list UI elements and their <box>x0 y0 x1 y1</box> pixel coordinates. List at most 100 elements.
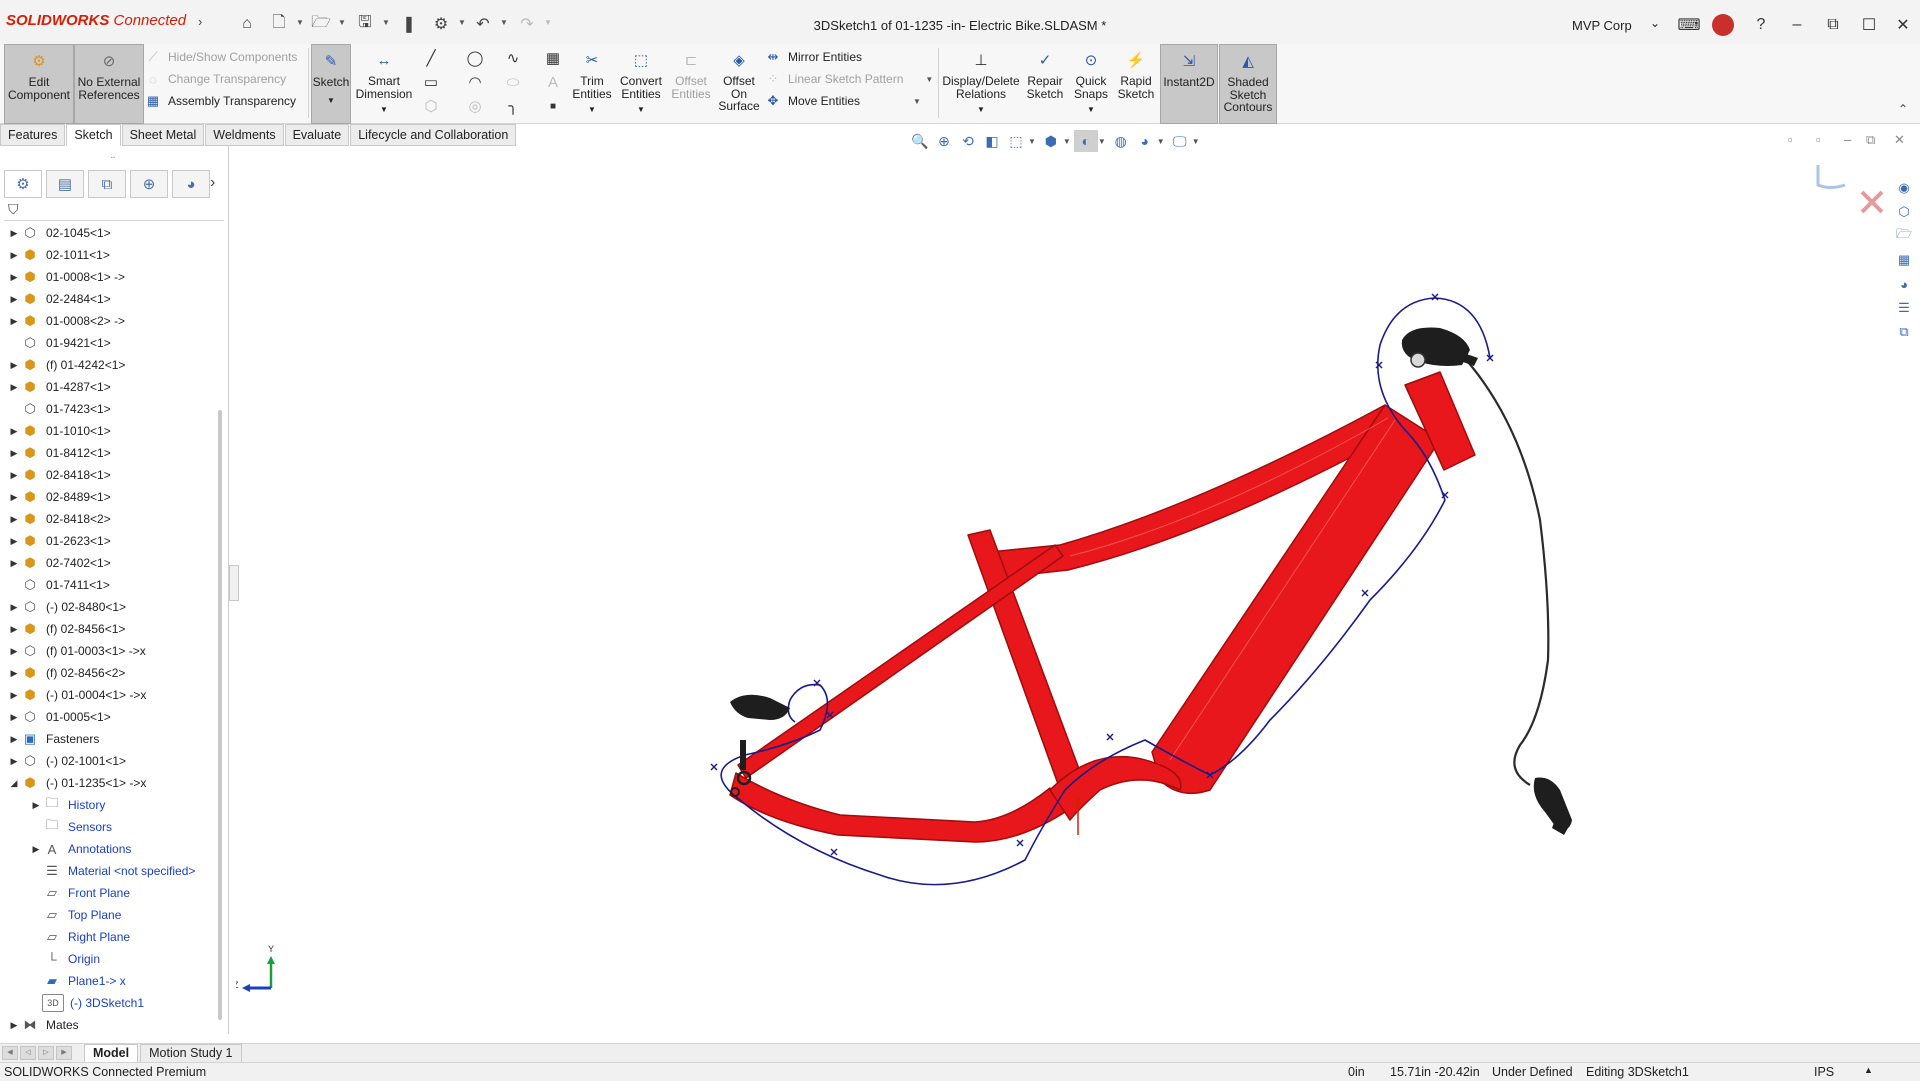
expand-arrow-icon[interactable]: ▶ <box>8 250 20 261</box>
chevron-down-icon[interactable]: ⌄ <box>1650 16 1660 30</box>
tree-item[interactable]: ▶ ▣ Fasteners <box>0 728 224 750</box>
tree-item[interactable]: ▶ ⬢ 02-2484<1> <box>0 288 224 310</box>
expand-arrow-icon[interactable]: ▶ <box>8 536 20 547</box>
settings-gear-icon[interactable]: ⚙ <box>430 13 452 35</box>
move-dropdown-icon[interactable]: ▼ <box>913 97 921 106</box>
tree-item[interactable]: ⬡ 01-9421<1> <box>0 332 224 354</box>
no-external-references-button[interactable]: ⊘ No External References <box>74 44 144 124</box>
close-icon[interactable]: ✕ <box>1890 12 1916 38</box>
text-tool-icon[interactable]: A <box>542 72 564 92</box>
appearances-icon[interactable]: ◕ <box>1894 274 1914 294</box>
convert-entities-button[interactable]: ⬚ Convert Entities ▼ <box>616 44 666 122</box>
tree-item[interactable]: ▱ Right Plane <box>0 926 224 948</box>
linear-sketch-pattern-item[interactable]: ⁘ Linear Sketch Pattern ▼ <box>764 68 934 90</box>
expand-arrow-icon[interactable]: ▶ <box>8 426 20 437</box>
new-document-icon[interactable]: 🗋 <box>268 13 290 35</box>
design-library-icon[interactable]: ⬡ <box>1894 202 1914 222</box>
tree-item[interactable]: ▶ ⬡ (-) 02-1001<1> <box>0 750 224 772</box>
hide-show-dropdown-icon[interactable]: ▼ <box>1098 137 1106 146</box>
tree-item[interactable]: 3D (-) 3DSketch1 <box>0 992 224 1014</box>
expand-arrow-icon[interactable]: ▶ <box>8 514 20 525</box>
expand-arrow-icon[interactable]: ▶ <box>8 734 20 745</box>
tree-item[interactable]: ⬡ 01-7411<1> <box>0 574 224 596</box>
3d-sketch-spline[interactable] <box>720 297 1491 886</box>
expand-arrow-icon[interactable]: ▶ <box>8 360 20 371</box>
tree-scrollbar[interactable] <box>218 410 222 1020</box>
quick-snaps-button[interactable]: ⊙ Quick Snaps ▼ <box>1070 44 1112 122</box>
menu-expand-arrow-icon[interactable]: › <box>198 14 202 29</box>
tab-model[interactable]: Model <box>84 1043 139 1063</box>
front-brake-caliper[interactable] <box>1533 777 1572 836</box>
solidworks-resources-icon[interactable]: ◉ <box>1894 178 1914 198</box>
next-tab-icon[interactable]: ▷ <box>38 1046 54 1060</box>
tree-item[interactable]: ▶ ⬢ 02-7402<1> <box>0 552 224 574</box>
trim-dropdown-icon[interactable]: ▼ <box>588 104 596 117</box>
filter-icon[interactable]: ⛉ <box>8 201 19 218</box>
expand-arrow-icon[interactable]: ▶ <box>8 470 20 481</box>
expand-arrow-icon[interactable]: ▶ <box>8 558 20 569</box>
last-tab-icon[interactable]: ▶ <box>56 1046 72 1060</box>
save-icon[interactable]: 🖫 <box>354 13 376 35</box>
graphics-viewport[interactable]: Y Z <box>236 146 1886 1042</box>
instant2d-button[interactable]: ⇲ Instant2D <box>1160 44 1218 124</box>
file-explorer-icon[interactable]: 🗁 <box>1894 226 1914 246</box>
configuration-manager-tab-icon[interactable]: ⧉ <box>88 170 126 198</box>
expand-arrow-icon[interactable]: ▶ <box>8 294 20 305</box>
shaded-sketch-contours-button[interactable]: ◭ Shaded Sketch Contours <box>1219 44 1277 124</box>
convert-dropdown-icon[interactable]: ▼ <box>637 104 645 117</box>
maximize-icon[interactable]: ☐ <box>1856 12 1882 38</box>
hide-show-components-item[interactable]: ⟋ Hide/Show Components <box>144 46 304 68</box>
change-transparency-item[interactable]: ◌ Change Transparency <box>144 68 304 90</box>
tree-item[interactable]: ▱ Top Plane <box>0 904 224 926</box>
undo-dropdown-icon[interactable]: ▼ <box>500 18 508 27</box>
expand-arrow-icon[interactable]: ▶ <box>8 382 20 393</box>
smart-dimension-button[interactable]: ↔ Smart Dimension ▼ <box>352 44 416 122</box>
tree-item[interactable]: ▶ ⬢ 02-8418<1> <box>0 464 224 486</box>
scene-dropdown-icon[interactable]: ▼ <box>1157 137 1165 146</box>
display-style-dropdown-icon[interactable]: ▼ <box>1063 137 1071 146</box>
avatar[interactable] <box>1712 14 1734 36</box>
forum-icon[interactable]: ⧉ <box>1894 322 1914 342</box>
tile-windows-icon[interactable]: ⧉ <box>1820 12 1846 38</box>
view-palette-icon[interactable]: ▦ <box>1894 250 1914 270</box>
tree-item[interactable]: ▶ ⬢ 01-2623<1> <box>0 530 224 552</box>
edit-component-button[interactable]: ⚙ Edit Component <box>4 44 74 124</box>
brake-cable[interactable] <box>1461 354 1550 786</box>
line-tool-icon[interactable]: ╱ <box>420 48 442 68</box>
prev-tab-icon[interactable]: ◁ <box>20 1046 36 1060</box>
expand-arrow-icon[interactable]: ▶ <box>8 756 20 767</box>
expand-arrow-icon[interactable]: ▶ <box>8 228 20 239</box>
tree-item[interactable]: ◢ ⬢ (-) 01-1235<1> ->x <box>0 772 224 794</box>
tree-item[interactable]: ⬡ 01-7423<1> <box>0 398 224 420</box>
polygon-tool-icon[interactable]: ⬡ <box>420 96 442 116</box>
viewport-close-icon[interactable]: ✕ <box>1894 132 1905 148</box>
tree-item[interactable]: ▱ Front Plane <box>0 882 224 904</box>
tree-item[interactable]: ▶ ⧓ Mates <box>0 1014 224 1036</box>
tree-filter[interactable] <box>4 200 224 221</box>
tab-lifecycle[interactable]: Lifecycle and Collaboration <box>350 124 517 146</box>
snaps-dropdown-icon[interactable]: ▼ <box>1087 104 1095 117</box>
expand-arrow-icon[interactable]: ▶ <box>8 646 20 657</box>
dimxpert-tab-icon[interactable]: ⊕ <box>130 170 168 198</box>
tab-features[interactable]: Features <box>0 124 66 146</box>
unit-system[interactable]: IPS <box>1814 1065 1834 1079</box>
tree-item[interactable]: ▶ ⬢ 02-1011<1> <box>0 244 224 266</box>
tree-item[interactable]: ▶ ⬡ 02-1045<1> <box>0 222 224 244</box>
tree-item[interactable]: ▶ ⬢ (f) 01-4242<1> <box>0 354 224 376</box>
solidworks-logo[interactable]: SOLIDWORKS Connected <box>6 12 186 29</box>
view-settings-dropdown-icon[interactable]: ▼ <box>1192 137 1200 146</box>
move-entities-item[interactable]: ✥ Move Entities ▼ <box>764 90 934 112</box>
tree-item[interactable]: ▶ ⬡ (f) 01-0003<1> ->x <box>0 640 224 662</box>
tree-item[interactable]: ▶ ⬢ 01-4287<1> <box>0 376 224 398</box>
repair-sketch-button[interactable]: ✓ Repair Sketch <box>1022 44 1068 122</box>
tree-item[interactable]: ▶ ⬡ (-) 02-8480<1> <box>0 596 224 618</box>
tab-sheet-metal[interactable]: Sheet Metal <box>121 124 205 146</box>
organization-name[interactable]: MVP Corp <box>1572 18 1632 33</box>
panel-grip-icon[interactable]: ⠒ <box>110 154 116 163</box>
expand-arrow-icon[interactable]: ▶ <box>30 800 42 811</box>
expand-arrow-icon[interactable]: ▶ <box>8 272 20 283</box>
redo-dropdown-icon[interactable]: ▼ <box>544 18 552 27</box>
tree-item[interactable]: ▶ ⬢ 01-8412<1> <box>0 442 224 464</box>
circle-tool-icon[interactable]: ◯ <box>464 48 486 68</box>
chain-stay[interactable] <box>729 772 1069 843</box>
